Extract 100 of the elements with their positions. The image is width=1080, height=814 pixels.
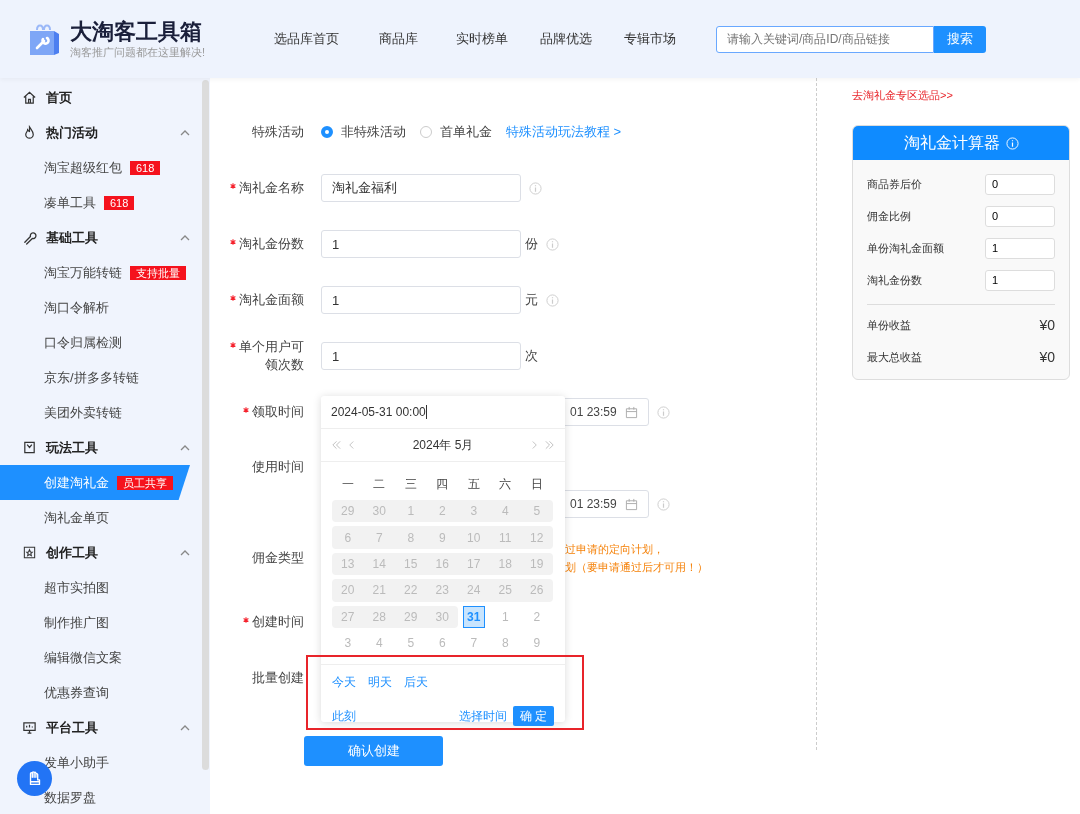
calendar-day[interactable]: 1 xyxy=(489,603,521,630)
select-time-link[interactable]: 选择时间 xyxy=(458,707,507,725)
calendar-day[interactable]: 5 xyxy=(395,629,427,657)
nav-link[interactable]: 选品库首页 xyxy=(256,30,356,48)
calculator-label: 佣金比例 xyxy=(867,208,911,224)
result-label: 单份收益 xyxy=(867,317,911,333)
monitor-icon xyxy=(22,720,37,735)
calendar-day[interactable]: 9 xyxy=(521,629,553,657)
sidebar-item[interactable]: 创建淘礼金 员工共享 xyxy=(0,465,190,500)
unit-label: 份 xyxy=(525,235,538,253)
required-icon xyxy=(230,239,236,245)
sidebar-section[interactable]: 热门活动 xyxy=(0,115,210,150)
field-label: 领取时间 xyxy=(210,403,304,421)
calculator-label: 单份淘礼金面额 xyxy=(867,240,944,256)
calculator-label: 淘礼金份数 xyxy=(867,272,922,288)
shortcut-link[interactable]: 明天 xyxy=(368,673,392,691)
shortcut-link[interactable]: 后天 xyxy=(404,673,428,691)
sidebar-item[interactable]: 编辑微信文案 xyxy=(0,640,190,675)
text-field[interactable]: 1 xyxy=(321,286,521,314)
text-field[interactable]: 淘礼金福利 xyxy=(321,174,521,202)
field-label: 使用时间 xyxy=(251,458,304,476)
date-input[interactable]: 2024-05-31 00:00 xyxy=(321,396,565,429)
radio-option[interactable]: 首单礼金 xyxy=(420,123,492,141)
chevron-up-icon xyxy=(180,724,190,731)
sidebar-item[interactable]: 超市实拍图 xyxy=(0,570,190,605)
sidebar-link[interactable]: 首页 xyxy=(0,80,210,115)
sidebar-item[interactable]: 淘礼金单页 xyxy=(0,500,190,535)
calendar-day[interactable]: 6 xyxy=(426,629,458,657)
number-field[interactable]: 0 xyxy=(985,173,1055,195)
sidebar-section[interactable]: 玩法工具 xyxy=(0,430,210,465)
sidebar-section[interactable]: 创作工具 xyxy=(0,535,210,570)
double-left-icon[interactable] xyxy=(331,440,342,450)
text-field[interactable]: 1 xyxy=(321,342,521,370)
search-button[interactable]: 搜索 xyxy=(934,25,986,53)
now-link[interactable]: 此刻 xyxy=(332,707,356,725)
double-right-icon[interactable] xyxy=(544,440,555,450)
calendar-day[interactable]: 3 xyxy=(332,629,364,657)
calendar-day[interactable]: 4 xyxy=(363,629,395,657)
search-field[interactable]: 请输入关键词/商品ID/商品链接 xyxy=(716,25,934,53)
chevron-up-icon xyxy=(180,129,190,136)
sidebar-item[interactable]: 数据罗盘 xyxy=(0,780,190,814)
sidebar-item[interactable]: 发单小助手 xyxy=(0,745,190,780)
field-label: 批量创建 xyxy=(251,669,304,687)
sidebar-item[interactable]: 口令归属检测 xyxy=(0,325,190,360)
required-icon xyxy=(230,183,236,189)
number-field[interactable]: 0 xyxy=(985,205,1055,227)
nav-link[interactable]: 品牌优选 xyxy=(524,30,608,48)
calendar-icon xyxy=(624,497,638,511)
warning-text: 划（要申请通过后才可用！） xyxy=(565,560,708,575)
required-icon xyxy=(243,617,249,623)
nav-link[interactable]: 实时榜单 xyxy=(440,30,524,48)
box-icon xyxy=(22,440,37,455)
required-icon xyxy=(230,342,236,348)
flame-icon xyxy=(22,125,37,140)
warning-text: 过申请的定向计划， xyxy=(565,542,665,557)
sidebar-section[interactable]: 基础工具 xyxy=(0,220,210,255)
tutorial-link[interactable]: 特殊活动玩法教程 > xyxy=(506,123,622,141)
sidebar-item[interactable]: 淘宝超级红包 618 xyxy=(0,150,190,185)
weekday-label: 日 xyxy=(529,476,544,493)
wrench-icon xyxy=(22,230,37,245)
sidebar-item[interactable]: 制作推广图 xyxy=(0,605,190,640)
unit-label: 元 xyxy=(525,291,538,309)
sidebar-item[interactable]: 淘宝万能转链 支持批量 xyxy=(0,255,190,290)
sidebar-item[interactable]: 凑单工具 618 xyxy=(0,185,190,220)
number-field[interactable]: 1 xyxy=(985,237,1055,259)
number-field[interactable]: 1 xyxy=(985,269,1055,291)
nav-link[interactable]: 商品库 xyxy=(356,30,440,48)
sidebar-item[interactable]: 优惠券查询 xyxy=(0,675,190,710)
sidebar-item[interactable]: 淘口令解析 xyxy=(0,290,190,325)
calculator-title: 淘礼金计算器 xyxy=(903,132,1000,153)
radio-option[interactable]: 非特殊活动 xyxy=(321,123,406,141)
nav-link[interactable]: 专辑市场 xyxy=(608,30,692,48)
zone-link[interactable]: 去淘礼金专区选品>> xyxy=(852,88,1070,103)
month-label: 2024年 5月 xyxy=(411,436,475,454)
shortcut-link[interactable]: 今天 xyxy=(332,673,356,691)
chevron-up-icon xyxy=(180,549,190,556)
right-icon[interactable] xyxy=(531,440,538,450)
field-label: 淘礼金名称 xyxy=(210,179,304,197)
field-label: 淘礼金份数 xyxy=(210,235,304,253)
sidebar-item[interactable]: 美团外卖转链 xyxy=(0,395,190,430)
confirm-button[interactable]: 确 定 xyxy=(512,706,554,727)
badge: 员工共享 xyxy=(117,475,173,490)
calendar-day[interactable]: 2 xyxy=(521,603,553,630)
scrollbar[interactable] xyxy=(202,80,209,770)
weekday-label: 三 xyxy=(403,476,418,493)
calendar-day[interactable]: 8 xyxy=(489,629,521,657)
weekday-label: 六 xyxy=(498,476,513,493)
result-label: 最大总收益 xyxy=(867,349,922,365)
left-icon[interactable] xyxy=(348,440,355,450)
field-label: 特殊活动 xyxy=(251,123,304,141)
result-value: ¥0 xyxy=(1039,349,1055,365)
sidebar-item[interactable]: 京东/拼多多转链 xyxy=(0,360,190,395)
unit-label: 次 xyxy=(525,347,538,365)
required-icon xyxy=(230,295,236,301)
create-button[interactable]: 确认创建 xyxy=(304,736,443,766)
weekday-label: 四 xyxy=(435,476,450,493)
calendar-day[interactable]: 7 xyxy=(458,629,490,657)
text-field[interactable]: 1 xyxy=(321,230,521,258)
sidebar-section[interactable]: 平台工具 xyxy=(0,710,210,745)
chevron-up-icon xyxy=(180,234,190,241)
